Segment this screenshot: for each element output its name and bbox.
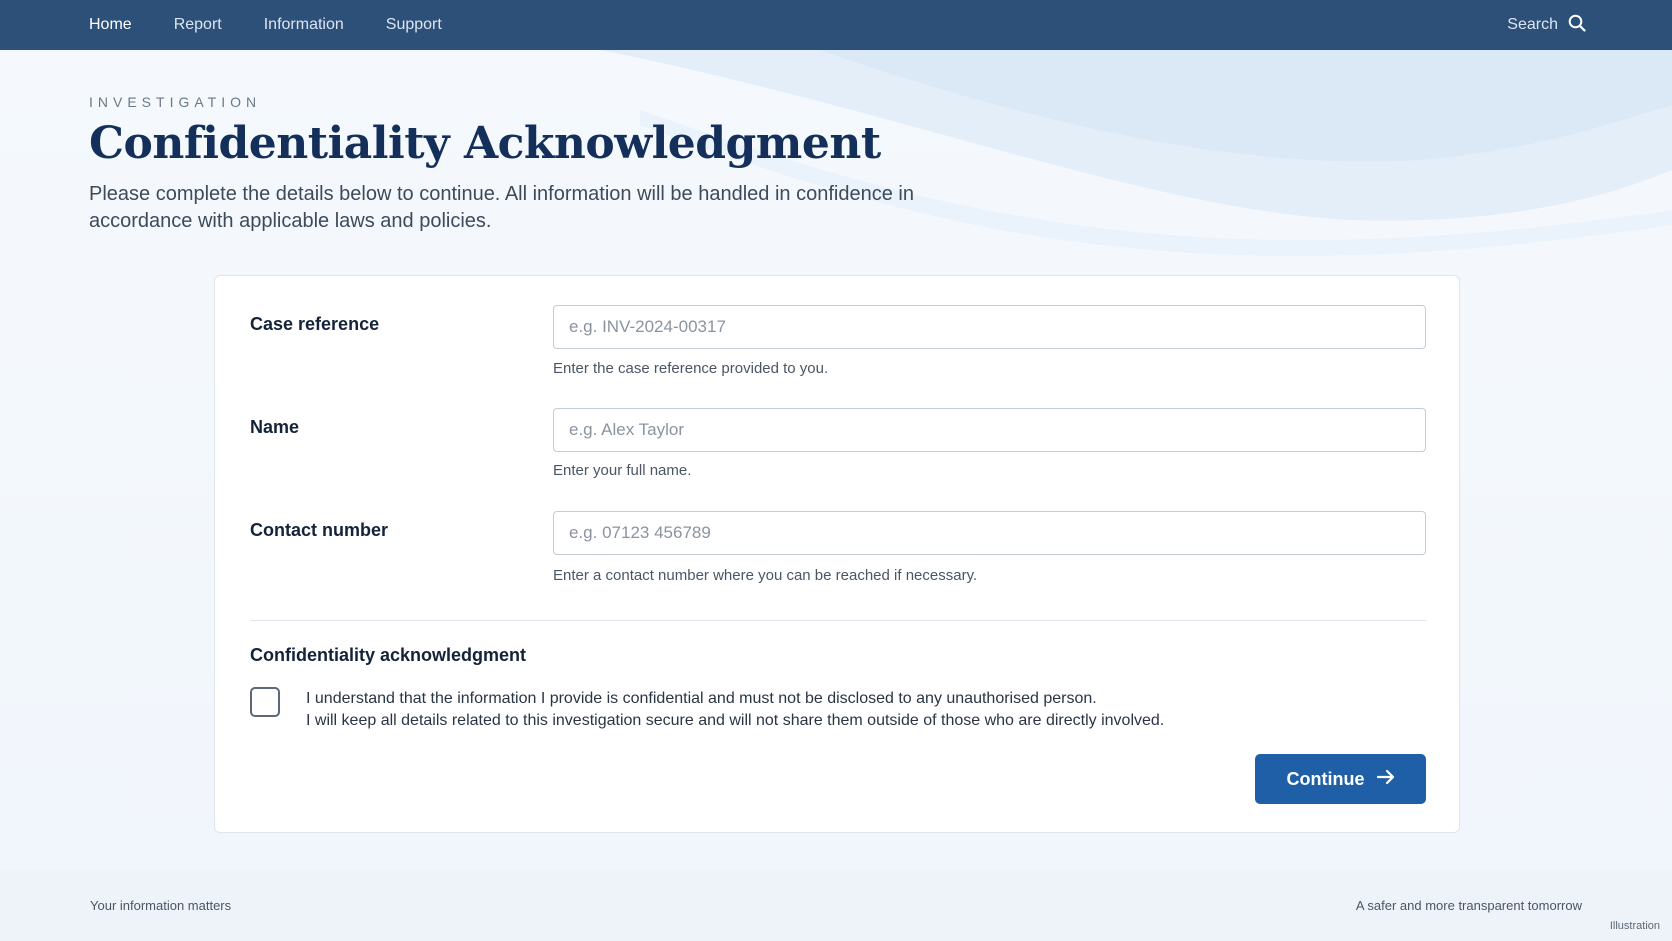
top-navigation: Home Report Information Support Search: [0, 0, 1672, 50]
continue-label: Continue: [1286, 768, 1365, 789]
acknowledgment-line-2: I will keep all details related to this …: [306, 712, 1165, 729]
name-input[interactable]: [553, 408, 1426, 452]
page-eyebrow: INVESTIGATION: [89, 94, 262, 110]
page-intro: Please complete the details below to con…: [89, 183, 914, 232]
search-button[interactable]: Search: [1507, 0, 1586, 50]
continue-button[interactable]: Continue: [1255, 754, 1426, 804]
form-card: Case reference Enter the case reference …: [214, 275, 1460, 833]
case-reference-label: Case reference: [250, 314, 380, 334]
nav-item-report[interactable]: Report: [174, 16, 222, 34]
nav-item-support[interactable]: Support: [386, 16, 442, 34]
contact-number-input[interactable]: [553, 511, 1426, 555]
nav-item-information[interactable]: Information: [264, 16, 344, 34]
name-label: Name: [250, 417, 300, 437]
name-help: Enter your full name.: [553, 462, 692, 479]
search-label: Search: [1507, 16, 1558, 33]
case-reference-input[interactable]: [553, 305, 1426, 349]
acknowledgment-checkbox[interactable]: [250, 687, 280, 717]
search-icon: [1568, 14, 1586, 37]
section-divider: [250, 620, 1426, 621]
footer-tagline-left: Your information matters: [90, 898, 232, 913]
page-footer: Your information matters A safer and mor…: [0, 870, 1672, 941]
arrow-right-icon: [1376, 769, 1395, 790]
page-title: Confidentiality Acknowledgment: [89, 118, 881, 169]
illustration-badge: Illustration: [1609, 920, 1660, 932]
contact-number-label: Contact number: [250, 520, 389, 540]
acknowledgment-line-1: I understand that the information I prov…: [306, 690, 1097, 707]
acknowledgment-heading: Confidentiality acknowledgment: [250, 645, 527, 665]
contact-number-help: Enter a contact number where you can be …: [553, 567, 978, 584]
acknowledgment-text: I understand that the information I prov…: [306, 688, 1164, 732]
footer-tagline-right: A safer and more transparent tomorrow: [1355, 898, 1582, 913]
case-reference-help: Enter the case reference provided to you…: [553, 360, 829, 377]
nav-item-home[interactable]: Home: [89, 16, 132, 34]
